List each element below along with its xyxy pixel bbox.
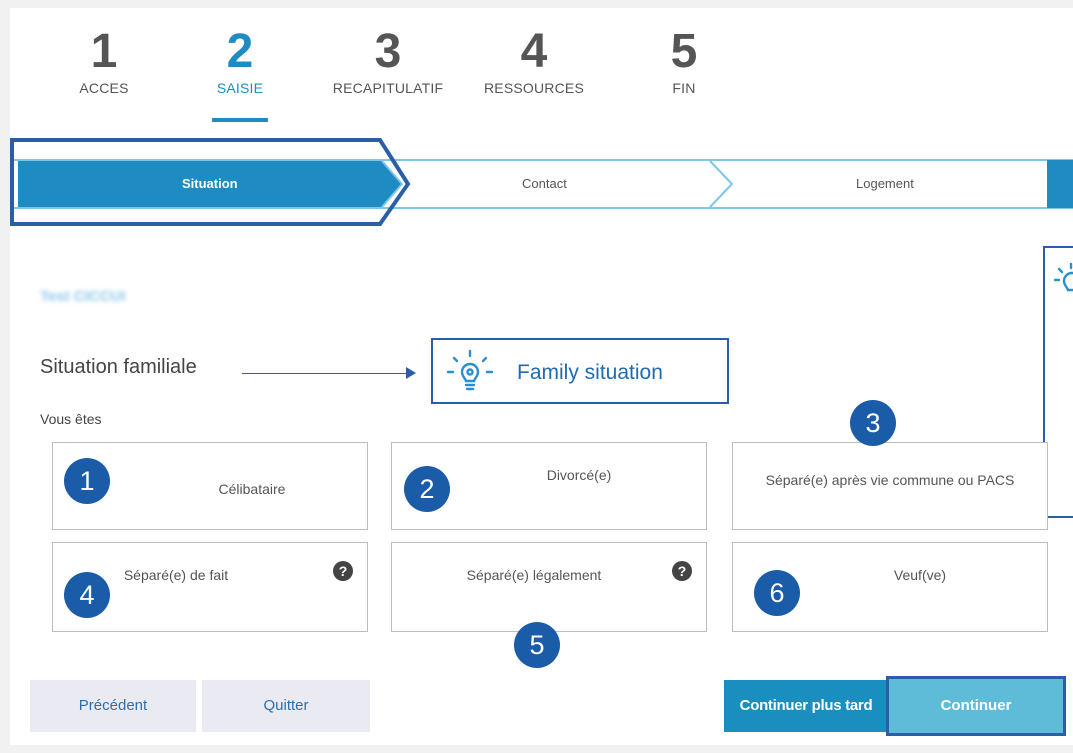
annotation-badge: 3 (850, 400, 896, 446)
callout-text: Family situation (517, 361, 663, 384)
page: 1 ACCES 2 SAISIE 3 RECAPITULATIF 4 RESSO… (10, 8, 1073, 745)
annotation-callout: Family situation (431, 338, 729, 404)
quit-button[interactable]: Quitter (202, 680, 370, 732)
question-icon[interactable]: ? (672, 561, 692, 581)
option-label: Séparé(e) légalement (466, 567, 602, 583)
annotation-badge: 6 (754, 570, 800, 616)
option-label: Célibataire (218, 481, 286, 497)
step-fin[interactable]: 5 FIN (654, 25, 714, 97)
annotation-badge: 4 (64, 572, 110, 618)
continue-later-button[interactable]: Continuer plus tard (724, 680, 888, 732)
step-number: 2 (226, 25, 254, 78)
lightbulb-icon (446, 349, 494, 391)
annotation-badge: 1 (64, 458, 110, 504)
option-label: Divorcé(e) (546, 467, 612, 483)
step-label: SAISIE (216, 80, 264, 96)
step-acces[interactable]: 1 ACCES (68, 25, 140, 97)
section-title: Situation familiale (40, 356, 197, 378)
substep-label: Situation (182, 176, 238, 191)
step-ressources[interactable]: 4 RESSOURCES (472, 25, 596, 97)
lightbulb-icon (1053, 262, 1073, 292)
active-step-underline (212, 118, 268, 122)
step-number: 3 (374, 25, 402, 78)
substep-label: Logement (856, 176, 914, 191)
substep-end (1047, 160, 1073, 208)
option-separe-apres-vie-commune[interactable]: Séparé(e) après vie commune ou PACS (732, 442, 1048, 530)
step-number: 5 (670, 25, 698, 78)
step-label: RESSOURCES (483, 80, 585, 96)
step-number: 4 (520, 25, 548, 78)
annotation-arrow (242, 373, 410, 374)
step-saisie[interactable]: 2 SAISIE (206, 25, 274, 97)
step-number: 1 (90, 25, 118, 78)
annotation-arrow-head (406, 367, 416, 379)
step-recapitulatif[interactable]: 3 RECAPITULATIF (318, 25, 458, 97)
step-label: ACCES (79, 80, 129, 96)
question-icon[interactable]: ? (333, 561, 353, 581)
option-label: Séparé(e) après vie commune ou PACS (765, 472, 1015, 488)
question-label: Vous êtes (40, 411, 102, 427)
substep-label: Contact (522, 176, 567, 191)
step-label: FIN (672, 80, 696, 96)
annotation-badge: 2 (404, 466, 450, 512)
previous-button[interactable]: Précédent (30, 680, 196, 732)
continue-button[interactable]: Continuer (886, 676, 1066, 736)
annotation-badge: 5 (514, 622, 560, 668)
option-separe-legalement[interactable]: Séparé(e) légalement ? (391, 542, 707, 632)
user-name: Test CICCUI (40, 288, 126, 305)
step-label: RECAPITULATIF (332, 80, 444, 96)
option-label: Veuf(ve) (893, 567, 947, 583)
